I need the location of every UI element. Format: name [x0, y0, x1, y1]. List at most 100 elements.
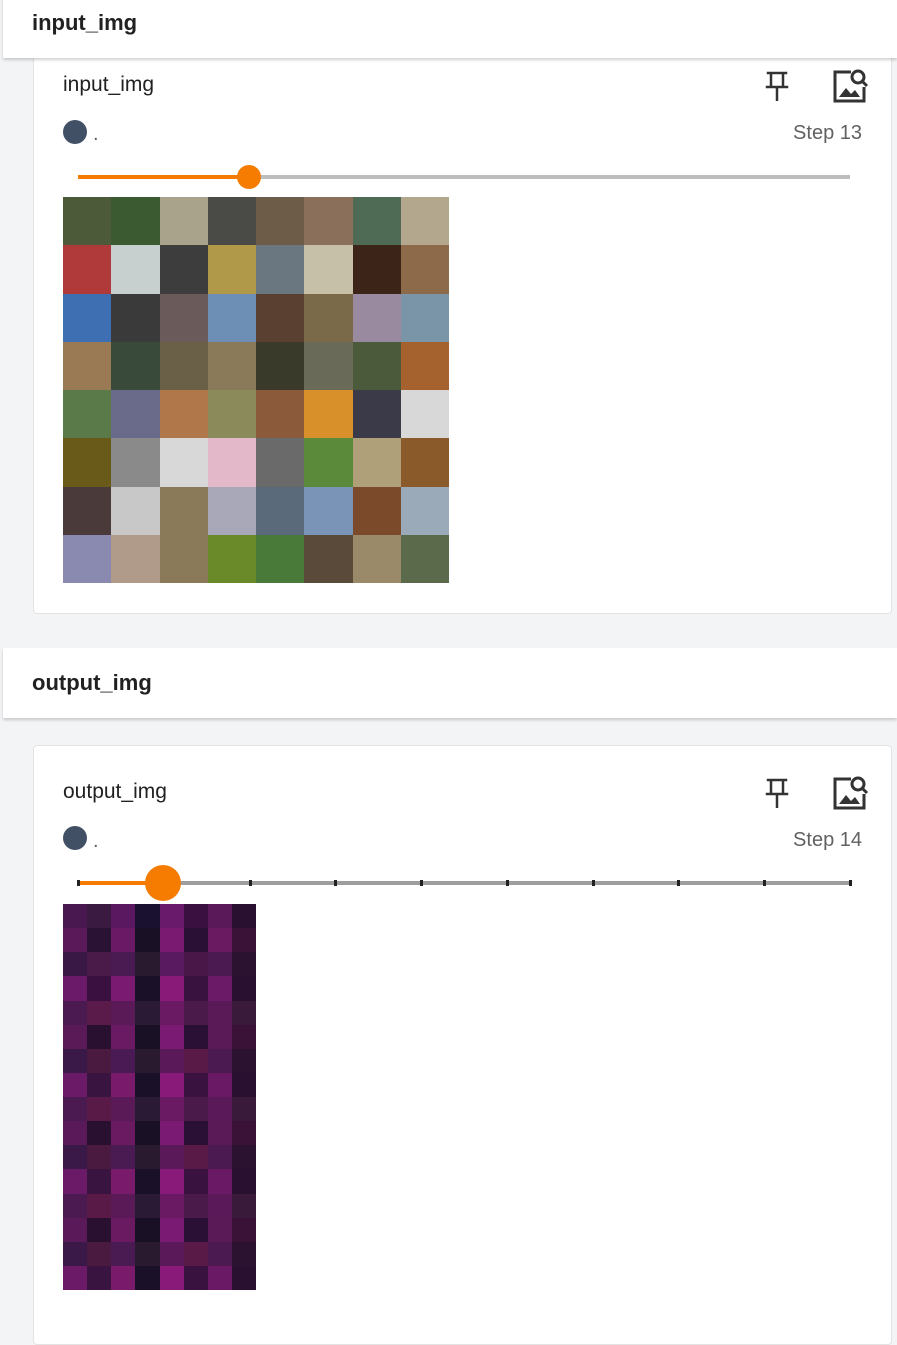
- image-tile: [63, 486, 112, 535]
- image-tile: [304, 486, 353, 535]
- image-tile: [87, 1121, 112, 1146]
- slider-tick: [677, 880, 681, 886]
- image-tile: [207, 293, 256, 342]
- image-tile: [63, 341, 112, 390]
- image-tile: [231, 904, 256, 929]
- image-search-icon[interactable]: [831, 774, 869, 817]
- run-label: .: [93, 830, 99, 852]
- image-tile: [63, 1121, 88, 1146]
- card-title: input_img: [63, 73, 155, 96]
- image-tile: [256, 438, 305, 487]
- run-color-dot: [63, 826, 87, 850]
- image-tile: [183, 1145, 208, 1170]
- image-tile: [183, 976, 208, 1001]
- step-label: Step 13: [793, 122, 862, 144]
- pin-icon[interactable]: [764, 778, 790, 813]
- image-tile: [63, 1097, 88, 1122]
- section-title: output_img: [32, 670, 152, 695]
- image-tile: [400, 534, 449, 583]
- run-label: .: [93, 123, 99, 145]
- image-tile: [159, 341, 208, 390]
- image-tile: [207, 1265, 232, 1290]
- slider-tick: [849, 880, 852, 886]
- image-tile: [63, 904, 88, 929]
- image-tile: [400, 245, 449, 294]
- image-tile: [183, 1048, 208, 1073]
- image-tile: [87, 1072, 112, 1097]
- image-tile: [111, 1000, 136, 1025]
- image-tile: [207, 928, 232, 953]
- image-tile: [159, 293, 208, 342]
- pin-icon[interactable]: [764, 71, 790, 106]
- card-title: output_img: [63, 780, 167, 803]
- image-tile: [135, 952, 160, 977]
- image-sample[interactable]: [63, 197, 449, 583]
- image-tile: [183, 928, 208, 953]
- image-tile: [111, 341, 160, 390]
- step-slider[interactable]: [78, 162, 850, 192]
- image-tile: [63, 976, 88, 1001]
- image-tile: [87, 1169, 112, 1194]
- image-tile: [135, 1193, 160, 1218]
- image-tile: [183, 1241, 208, 1266]
- image-tile: [111, 1169, 136, 1194]
- image-tile: [207, 245, 256, 294]
- image-tile: [87, 928, 112, 953]
- slider-thumb[interactable]: [237, 165, 262, 189]
- image-tile: [159, 1000, 184, 1025]
- image-tile: [207, 390, 256, 439]
- image-tile: [135, 1072, 160, 1097]
- image-card-output-img: output_img . Step 14: [33, 745, 892, 1345]
- image-tile: [63, 1145, 88, 1170]
- image-tile: [304, 390, 353, 439]
- image-tile: [183, 1265, 208, 1290]
- image-tile: [111, 1024, 136, 1049]
- image-tile: [207, 1024, 232, 1049]
- image-tile: [231, 1193, 256, 1218]
- image-tile: [63, 1265, 88, 1290]
- image-tile: [304, 197, 353, 246]
- image-tile: [231, 1048, 256, 1073]
- image-tile: [111, 1145, 136, 1170]
- step-slider[interactable]: [77, 865, 852, 901]
- image-tile: [256, 390, 305, 439]
- step-label: Step 14: [793, 829, 862, 851]
- image-tile: [159, 1169, 184, 1194]
- image-tile: [159, 1217, 184, 1242]
- image-tile: [135, 928, 160, 953]
- image-tile: [352, 534, 401, 583]
- image-tile: [63, 952, 88, 977]
- image-tile: [111, 197, 160, 246]
- image-sample[interactable]: [63, 904, 256, 1290]
- image-tile: [135, 1121, 160, 1146]
- image-tile: [231, 1169, 256, 1194]
- image-tile: [111, 1048, 136, 1073]
- image-tile: [231, 928, 256, 953]
- image-tile: [135, 1217, 160, 1242]
- image-tile: [183, 952, 208, 977]
- image-tile: [207, 1193, 232, 1218]
- image-tile: [183, 1000, 208, 1025]
- slider-tick: [248, 880, 252, 886]
- image-tile: [207, 197, 256, 246]
- section-header-input-img[interactable]: input_img: [3, 0, 897, 58]
- image-card-input-img: input_img . Step 13: [33, 50, 892, 614]
- slider-thumb[interactable]: [144, 865, 181, 901]
- slider-track: [78, 881, 850, 885]
- image-tile: [63, 1024, 88, 1049]
- image-search-icon[interactable]: [831, 67, 869, 110]
- image-tile: [183, 1121, 208, 1146]
- section-header-output-img[interactable]: output_img: [3, 648, 897, 718]
- image-tile: [400, 293, 449, 342]
- image-tile: [207, 438, 256, 487]
- image-tile: [111, 245, 160, 294]
- image-tile: [63, 1193, 88, 1218]
- image-tile: [183, 1193, 208, 1218]
- image-tile: [111, 1217, 136, 1242]
- image-tile: [183, 1097, 208, 1122]
- image-tile: [159, 1048, 184, 1073]
- image-tile: [87, 1145, 112, 1170]
- image-tile: [63, 1072, 88, 1097]
- image-tile: [87, 976, 112, 1001]
- image-tile: [256, 293, 305, 342]
